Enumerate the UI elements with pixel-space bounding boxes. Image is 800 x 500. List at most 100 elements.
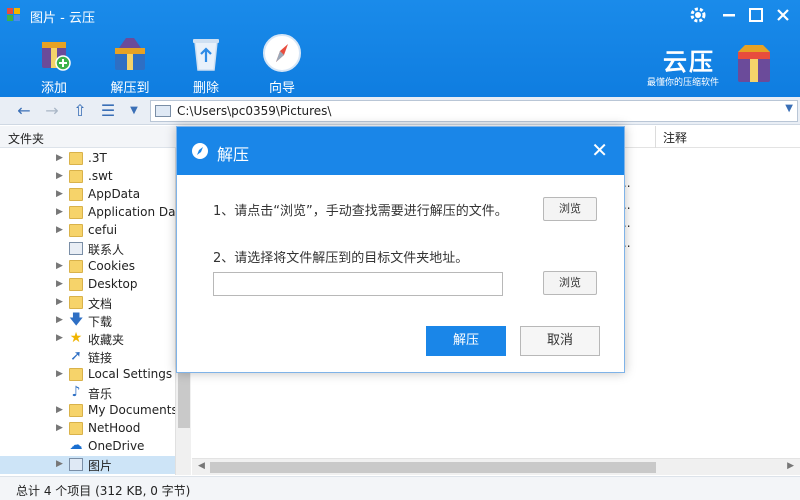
link-icon: ➚ <box>70 348 82 364</box>
tree-item-documents[interactable]: ▶ 文档 <box>0 294 175 312</box>
forward-arrow-icon[interactable]: → <box>42 101 62 121</box>
tree-item-3t[interactable]: ▶ .3T <box>0 150 175 168</box>
close-icon[interactable] <box>772 4 794 26</box>
tree-item-label: My Documents <box>88 403 175 417</box>
path-input[interactable]: C:\Users\pc0359\Pictures\ ▼ <box>150 100 798 122</box>
tree-item-label: 收藏夹 <box>88 333 125 347</box>
tree-item-music[interactable]: ♪ 音乐 <box>0 384 175 402</box>
destination-folder-input[interactable] <box>213 272 503 296</box>
brand-slogan: 最懂你的压缩软件 <box>647 78 720 88</box>
expand-icon[interactable]: ▶ <box>56 225 63 235</box>
status-bar: 总计 4 个项目 (312 KB, 0 字节) <box>0 476 800 500</box>
tree-item-swt[interactable]: ▶ .swt <box>0 168 175 186</box>
list-horizontal-scrollbar[interactable]: ◀ ▶ <box>192 458 800 475</box>
tree-item-local-settings[interactable]: ▶ Local Settings <box>0 366 175 384</box>
tree-item-appdata[interactable]: ▶ AppData <box>0 186 175 204</box>
maximize-icon[interactable] <box>745 4 767 26</box>
browse-destination-button[interactable]: 浏览 <box>543 271 597 295</box>
tree-item-label: .swt <box>88 169 113 183</box>
list-scrollbar-thumb[interactable] <box>210 462 656 473</box>
expand-icon[interactable]: ▶ <box>56 423 63 433</box>
browse-source-button[interactable]: 浏览 <box>543 197 597 221</box>
window-title: 图片 - 云压 <box>30 11 95 26</box>
tree-item-links[interactable]: ➚ 链接 <box>0 348 175 366</box>
extract-icon <box>115 38 145 70</box>
step-two-text: 2、请选择将文件解压到的目标文件夹地址。 <box>213 251 469 266</box>
tree-item-label: 联系人 <box>88 243 125 257</box>
expand-icon[interactable]: ▶ <box>56 207 63 217</box>
expand-icon[interactable]: ▶ <box>56 405 63 415</box>
tree-item-cefui[interactable]: ▶ cefui <box>0 222 175 240</box>
expand-icon[interactable]: ▶ <box>56 189 63 199</box>
tree-item-cookies[interactable]: ▶ Cookies <box>0 258 175 276</box>
compass-icon <box>192 143 208 159</box>
delete-button[interactable]: 删除 <box>176 32 236 96</box>
cloud-icon: ☁ <box>69 438 83 453</box>
folder-icon <box>69 224 83 237</box>
view-dropdown-icon[interactable]: ▼ <box>124 101 144 121</box>
tree-scrollbar-thumb[interactable] <box>178 368 190 428</box>
expand-icon[interactable]: ▶ <box>56 333 63 343</box>
tree-item-label: OneDrive <box>88 439 145 453</box>
expand-icon[interactable]: ▶ <box>56 369 63 379</box>
extract-button[interactable]: 解压 <box>426 326 506 356</box>
folder-icon <box>69 170 83 183</box>
extract-dialog: 解压 ✕ 1、请点击“浏览”，手动查找需要进行解压的文件。 浏览 2、请选择将文… <box>176 126 625 373</box>
path-text: C:\Users\pc0359\Pictures\ <box>177 104 332 118</box>
view-list-icon[interactable]: ☰ <box>98 101 118 121</box>
expand-icon[interactable]: ▶ <box>56 153 63 163</box>
minimize-icon[interactable] <box>718 4 740 26</box>
brand-name: 云压 <box>663 48 715 76</box>
tree-item-contacts[interactable]: 联系人 <box>0 240 175 258</box>
tree-item-application-data[interactable]: ▶ Application Data <box>0 204 175 222</box>
pictures-icon <box>69 458 83 471</box>
app-header: 图片 - 云压 添加 解压到 删除 向导 云压 最懂你的压缩软件 <box>0 0 800 97</box>
dialog-close-icon[interactable]: ✕ <box>591 139 608 161</box>
tree-item-my-documents[interactable]: ▶ My Documents <box>0 402 175 420</box>
tree-header: 文件夹 <box>0 126 191 148</box>
scroll-right-icon[interactable]: ▶ <box>787 461 794 471</box>
scroll-left-icon[interactable]: ◀ <box>198 461 205 471</box>
tree-item-pictures[interactable]: ▶ 图片 <box>0 456 175 474</box>
column-divider[interactable] <box>655 126 656 148</box>
folder-icon <box>69 422 83 435</box>
tree-item-favorites[interactable]: ▶ ★ 收藏夹 <box>0 330 175 348</box>
add-button[interactable]: 添加 <box>24 32 84 96</box>
column-comment[interactable]: 注释 <box>663 129 687 146</box>
gear-icon[interactable] <box>687 4 709 26</box>
tree-item-label: Local Settings <box>88 367 173 381</box>
tree-item-desktop[interactable]: ▶ Desktop <box>0 276 175 294</box>
tree-item-nethood[interactable]: ▶ NetHood <box>0 420 175 438</box>
expand-icon[interactable]: ▶ <box>56 261 63 271</box>
tree-item-label: AppData <box>88 187 141 201</box>
step-one-text: 1、请点击“浏览”，手动查找需要进行解压的文件。 <box>213 204 508 219</box>
contacts-icon <box>69 242 83 255</box>
add-archive-icon <box>42 42 71 71</box>
status-text: 总计 4 个项目 (312 KB, 0 字节) <box>16 484 191 498</box>
tree-item-label: .3T <box>88 151 107 165</box>
extract-to-button[interactable]: 解压到 <box>100 32 160 96</box>
expand-icon[interactable]: ▶ <box>56 171 63 181</box>
add-label: 添加 <box>40 81 67 96</box>
tree-item-label: 文档 <box>88 297 113 311</box>
address-bar: ← → ⇧ ☰ ▼ C:\Users\pc0359\Pictures\ ▼ <box>0 97 800 125</box>
expand-icon[interactable]: ▶ <box>56 315 63 325</box>
tree-header-label: 文件夹 <box>8 132 45 146</box>
tree-item-label: NetHood <box>88 421 141 435</box>
cancel-button[interactable]: 取消 <box>520 326 600 356</box>
folder-icon <box>69 404 83 417</box>
brand: 云压 最懂你的压缩软件 <box>645 42 773 88</box>
download-icon: 🡇 <box>69 312 84 328</box>
tree-item-onedrive[interactable]: ☁ OneDrive <box>0 438 175 456</box>
up-arrow-icon[interactable]: ⇧ <box>70 101 90 121</box>
wizard-button[interactable]: 向导 <box>252 32 312 96</box>
back-arrow-icon[interactable]: ← <box>14 101 34 121</box>
music-icon: ♪ <box>71 384 81 400</box>
path-dropdown-icon[interactable]: ▼ <box>785 103 793 114</box>
tree-item-downloads[interactable]: ▶ 🡇 下载 <box>0 312 175 330</box>
expand-icon[interactable]: ▶ <box>56 279 63 289</box>
expand-icon[interactable]: ▶ <box>56 459 63 469</box>
tree-item-label: 音乐 <box>88 387 113 401</box>
brand-logo-icon <box>738 45 770 82</box>
expand-icon[interactable]: ▶ <box>56 297 63 307</box>
